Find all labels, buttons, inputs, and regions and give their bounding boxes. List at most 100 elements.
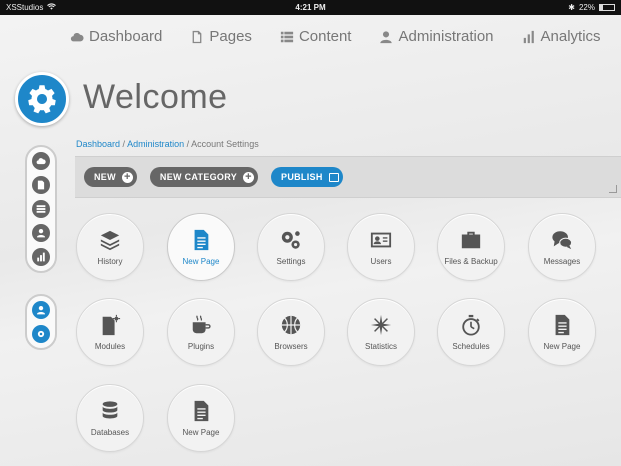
cloud-icon <box>70 32 84 41</box>
tile-label: History <box>97 256 123 266</box>
wifi-icon <box>47 3 57 12</box>
tile-schedules[interactable]: Schedules <box>437 298 505 366</box>
id-card-icon <box>370 232 392 247</box>
nav-analytics[interactable]: Analytics <box>522 28 601 45</box>
nav-dashboard-label: Dashboard <box>89 28 163 45</box>
new-button[interactable]: NEW + <box>84 167 137 187</box>
new-category-button-label: NEW CATEGORY <box>159 172 238 182</box>
compass-star-icon <box>370 314 392 335</box>
nav-administration[interactable]: Administration <box>379 28 494 45</box>
list-icon <box>36 205 46 213</box>
briefcase-icon <box>461 231 481 248</box>
new-category-button[interactable]: NEW CATEGORY + <box>149 167 259 187</box>
bluetooth-icon: ✱ <box>568 3 575 12</box>
chart-icon <box>523 30 534 43</box>
carrier-name: XSStudios <box>6 3 44 12</box>
side-analytics-button[interactable] <box>32 248 50 266</box>
nav-content-label: Content <box>298 28 352 45</box>
action-toolbar: NEW + NEW CATEGORY + PUBLISH <box>75 156 621 198</box>
user-icon <box>36 305 46 315</box>
tile-modules[interactable]: Modules <box>76 298 144 366</box>
tile-settings[interactable]: Settings <box>257 213 325 281</box>
user-icon <box>380 30 393 43</box>
page-icon <box>193 30 202 43</box>
tile-new-page-3[interactable]: New Page <box>167 384 235 452</box>
gear-icon <box>28 85 56 114</box>
breadcrumb-administration[interactable]: Administration <box>127 139 184 149</box>
cloud-icon <box>36 158 46 165</box>
breadcrumb-separator: / <box>122 139 126 149</box>
module-icon <box>102 314 121 335</box>
side-account-navigation <box>25 294 57 350</box>
tile-new-page[interactable]: New Page <box>167 213 235 281</box>
plus-icon: + <box>121 171 133 183</box>
database-icon <box>102 400 118 418</box>
tile-label: Schedules <box>452 341 490 351</box>
chart-icon <box>37 252 45 262</box>
tile-label: Users <box>370 256 392 266</box>
user-icon <box>36 228 46 238</box>
nav-content[interactable]: Content <box>280 28 352 45</box>
nav-pages-label: Pages <box>209 28 252 45</box>
tile-label: Databases <box>90 427 130 437</box>
stopwatch-icon <box>462 314 480 336</box>
publish-button-label: PUBLISH <box>281 172 323 182</box>
tile-browsers[interactable]: Browsers <box>257 298 325 366</box>
tile-label: Browsers <box>274 341 308 351</box>
tile-plugins[interactable]: Plugins <box>167 298 235 366</box>
chat-bubbles-icon <box>552 230 573 249</box>
resize-grip-icon[interactable] <box>609 185 617 193</box>
nav-dashboard[interactable]: Dashboard <box>70 28 162 45</box>
nav-administration-label: Administration <box>398 28 494 45</box>
tile-label: Modules <box>94 341 126 351</box>
tile-history[interactable]: History <box>76 213 144 281</box>
breadcrumb-current: Account Settings <box>191 139 259 149</box>
battery-icon <box>599 4 615 11</box>
tile-files-backup[interactable]: Files & Backup <box>437 213 505 281</box>
breadcrumb: Dashboard / Administration / Account Set… <box>76 139 259 149</box>
tile-databases[interactable]: Databases <box>76 384 144 452</box>
side-pages-button[interactable] <box>32 176 50 194</box>
tile-users[interactable]: Users <box>347 213 415 281</box>
basketball-icon <box>281 315 301 334</box>
side-navigation <box>25 145 57 273</box>
gear-icon <box>37 330 45 338</box>
shopping-bag-icon <box>328 172 339 182</box>
nav-analytics-label: Analytics <box>540 28 601 45</box>
page-icon <box>37 180 45 190</box>
gears-icon <box>281 230 300 249</box>
tile-new-page-2[interactable]: New Page <box>528 298 596 366</box>
tile-label: Plugins <box>187 341 215 351</box>
app-logo[interactable] <box>15 72 69 126</box>
side-administration-button[interactable] <box>32 224 50 242</box>
mug-icon <box>192 314 211 333</box>
side-content-button[interactable] <box>32 200 50 218</box>
tile-label: Statistics <box>364 341 397 351</box>
publish-button[interactable]: PUBLISH <box>271 167 343 187</box>
tile-label: New Page <box>182 256 220 266</box>
side-dashboard-button[interactable] <box>32 152 50 170</box>
document-icon <box>194 229 209 250</box>
side-settings-button[interactable] <box>32 325 50 343</box>
layers-icon <box>100 230 120 250</box>
tile-label: Files & Backup <box>444 256 498 266</box>
tile-statistics[interactable]: Statistics <box>347 298 415 366</box>
tile-messages[interactable]: Messages <box>528 213 596 281</box>
page-title: Welcome <box>83 78 228 116</box>
battery-percent: 22% <box>578 3 595 12</box>
breadcrumb-dashboard[interactable]: Dashboard <box>76 139 120 149</box>
document-icon <box>194 400 209 421</box>
nav-pages[interactable]: Pages <box>190 28 252 45</box>
breadcrumb-separator: / <box>186 139 190 149</box>
new-button-label: NEW <box>94 172 116 182</box>
tile-label: New Page <box>543 341 581 351</box>
top-navigation: Dashboard Pages Content Administration A… <box>70 28 621 45</box>
plus-icon: + <box>243 171 255 183</box>
document-icon <box>555 314 570 335</box>
tile-label: Settings <box>276 256 306 266</box>
status-time: 4:21 PM <box>295 3 326 12</box>
status-bar: XSStudios 4:21 PM ✱ 22% <box>0 0 621 15</box>
list-icon <box>280 31 294 42</box>
tile-label: New Page <box>182 427 220 437</box>
side-profile-button[interactable] <box>32 301 50 319</box>
